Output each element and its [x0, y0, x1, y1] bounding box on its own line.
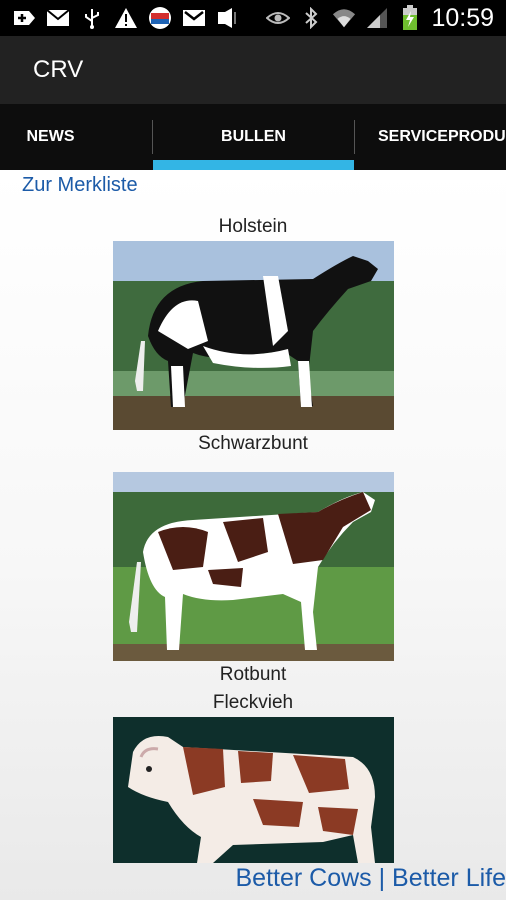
bullen-content: Zur Merkliste Holstein Schwarzbunt Rotbu…	[0, 170, 506, 900]
image-caption-rotbunt: Rotbunt	[219, 664, 287, 685]
tab-news-label: NEWS	[26, 128, 75, 145]
gmail-icon	[182, 7, 206, 29]
tab-divider	[354, 120, 355, 154]
footer-slogan: Better Cows | Better Life	[235, 864, 506, 892]
section-title-fleckvieh: Fleckvieh	[212, 692, 294, 713]
signal-icon	[365, 7, 389, 29]
section-title-holstein: Holstein	[218, 216, 288, 237]
status-bar: 10:59	[0, 0, 506, 36]
merkliste-link[interactable]: Zur Merkliste	[22, 174, 138, 197]
tab-serviceprodukte[interactable]: SERVICEPRODUKTE	[378, 104, 506, 170]
add-icon	[12, 7, 36, 29]
fleckvieh-cow-image[interactable]	[113, 717, 394, 863]
bluetooth-icon	[299, 7, 323, 29]
status-clock: 10:59	[431, 3, 494, 32]
notification-icons	[0, 7, 240, 29]
action-bar: CRV	[0, 36, 506, 104]
image-caption-schwarzbunt: Schwarzbunt	[198, 433, 308, 454]
selected-tab-indicator	[153, 160, 354, 170]
flag-icon	[148, 7, 172, 29]
warning-icon	[114, 7, 138, 29]
tab-serviceprodukte-label: SERVICEPRODUKTE	[378, 128, 506, 145]
system-icons: 10:59	[266, 4, 506, 33]
holstein-black-white-cow-image[interactable]	[113, 241, 394, 430]
battery-icon	[398, 5, 422, 30]
usb-icon	[80, 7, 104, 29]
tab-bullen-label: BULLEN	[221, 128, 286, 145]
holstein-red-white-cow-image[interactable]	[113, 472, 394, 661]
eye-icon	[266, 7, 291, 29]
app-title: CRV	[33, 56, 84, 83]
tab-news[interactable]: NEWS	[0, 104, 101, 170]
wifi-icon	[332, 7, 356, 29]
speaker-icon	[216, 7, 240, 29]
mail-icon	[46, 7, 70, 29]
